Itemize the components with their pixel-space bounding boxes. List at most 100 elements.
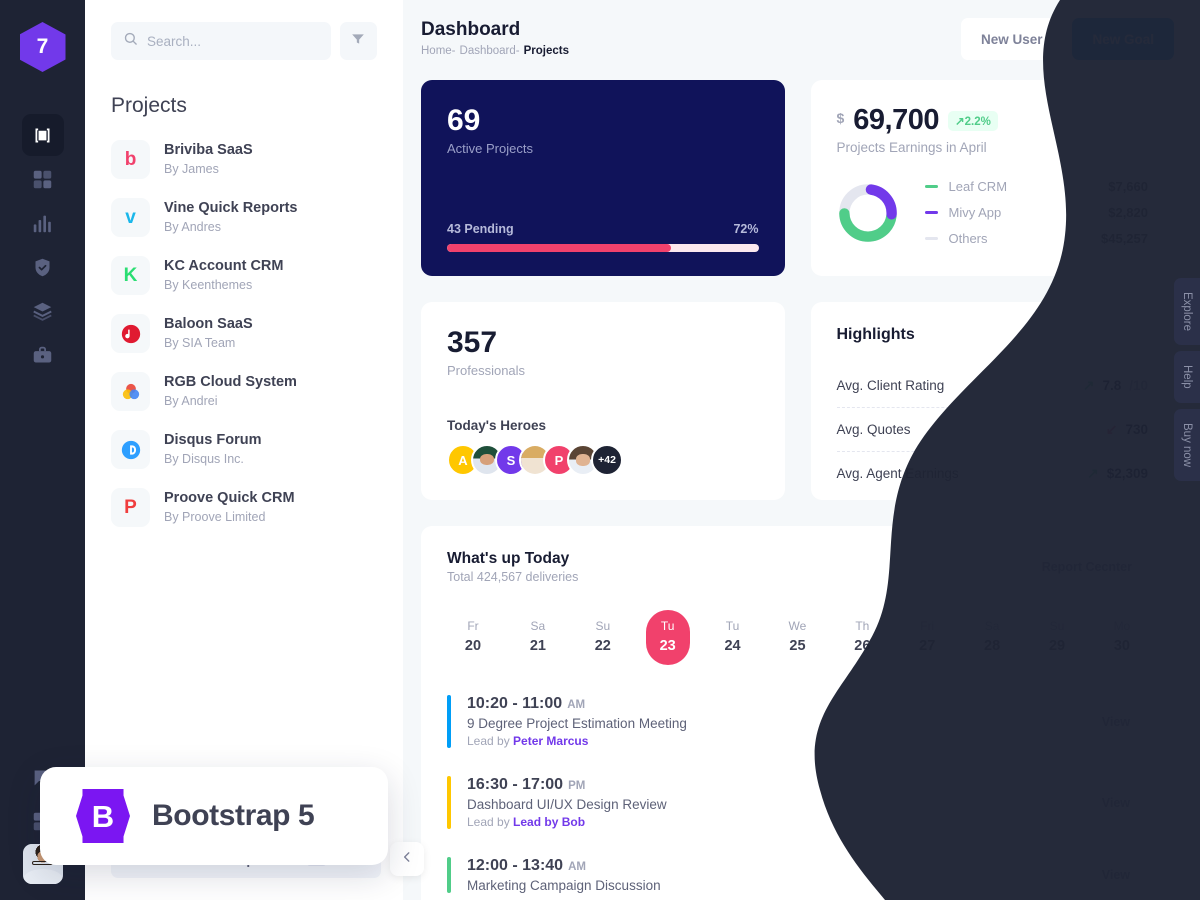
day-number: 29 <box>1048 638 1066 654</box>
earnings-subtitle: Projects Earnings in April <box>836 140 987 155</box>
event-lead-name[interactable]: Peter Marcus <box>513 734 588 748</box>
day-cell[interactable]: Fri 27 <box>905 610 949 665</box>
breadcrumb-home[interactable]: Home- <box>421 45 456 57</box>
day-of-week: Fr <box>467 619 479 633</box>
rail-item-dashboard[interactable] <box>22 158 64 200</box>
whats-up-header: What's up Today Total 424,567 deliveries… <box>447 550 1148 584</box>
highlight-value-group: ↗ 7.8/10 <box>1083 377 1148 394</box>
breadcrumb: Home- Dashboard- Projects <box>421 45 569 57</box>
report-center-button[interactable]: Report Cecnter <box>1025 550 1148 584</box>
day-cell[interactable]: Su 22 <box>581 610 625 665</box>
filter-button[interactable] <box>339 22 377 60</box>
layers-icon <box>32 301 53 322</box>
day-cell-selected[interactable]: Tu 23 <box>645 610 690 665</box>
day-number: 30 <box>1113 638 1130 654</box>
day-cell[interactable]: Fr 20 <box>451 610 495 665</box>
event-color-bar <box>447 776 451 829</box>
project-owner: By Andres <box>164 219 221 234</box>
bootstrap-logo-icon: B <box>76 789 130 843</box>
list-item[interactable]: P Proove Quick CRM By Proove Limited <box>111 488 377 527</box>
legend-dash-icon <box>924 237 938 240</box>
event-time: 12:00 - 13:40 <box>467 857 564 874</box>
project-logo-proove: P <box>111 488 150 527</box>
event-time: 16:30 - 17:00 <box>467 776 564 793</box>
view-button[interactable]: View <box>1083 704 1148 739</box>
bar-chart-icon <box>32 213 53 234</box>
project-name: KC Account CRM <box>164 258 284 275</box>
whats-up-title: What's up Today <box>447 550 570 567</box>
rail-item-analytics[interactable] <box>22 202 64 244</box>
app-logo[interactable]: 7 <box>19 22 66 72</box>
cube-icon <box>32 125 53 146</box>
day-cell[interactable]: Tu 24 <box>711 610 755 665</box>
chevron-left-icon <box>400 850 414 869</box>
highlight-value: 730 <box>1125 422 1148 437</box>
active-projects-count: 69 <box>447 104 481 137</box>
list-item[interactable]: RGB Cloud System By Andrei <box>111 372 377 411</box>
day-number: 25 <box>789 638 806 654</box>
collapse-button[interactable] <box>390 842 424 876</box>
event-info: 12:00 - 13:40 AM Marketing Campaign Discu… <box>467 857 661 893</box>
event-info: 10:20 - 11:00 AM 9 Degree Project Estimat… <box>467 695 687 748</box>
day-cell[interactable]: Su 29 <box>1035 610 1079 665</box>
pending-label: 43 Pending <box>447 222 514 236</box>
event-lead-prefix: Lead by <box>467 734 514 748</box>
project-logo-rgb <box>111 372 150 411</box>
project-name: Proove Quick CRM <box>164 490 295 507</box>
trend-up-icon: ↗ <box>1082 377 1095 393</box>
highlight-label: Avg. Quotes <box>836 422 911 437</box>
arrow-up-icon: ↗ <box>955 115 965 128</box>
shield-check-icon <box>32 257 53 278</box>
side-tab-help[interactable]: Help <box>1174 351 1200 403</box>
side-tab-buy-now[interactable]: Buy now <box>1174 408 1200 481</box>
earnings-body: Leaf CRM $7,660 Mivy App $2,820 Others $… <box>837 179 1148 246</box>
day-cell[interactable]: Sa 21 <box>516 610 560 665</box>
event-info: 16:30 - 17:00 PM Dashboard UI/UX Design R… <box>467 776 667 829</box>
trend-up-icon: ↗ <box>1086 465 1099 481</box>
rail-item-briefcase[interactable] <box>22 334 64 376</box>
professionals-count: 357 <box>447 326 498 359</box>
rail-item-projects[interactable] <box>21 114 64 156</box>
heroes-label: Today's Heroes <box>447 418 546 433</box>
side-tab-explore[interactable]: Explore <box>1174 278 1200 345</box>
page-heading: Dashboard Home- Dashboard- Projects <box>421 18 569 57</box>
event-time: 10:20 - 11:00 <box>467 695 563 712</box>
list-item[interactable]: b Briviba SaaS By James <box>111 140 377 179</box>
icon-rail: 7 <box>0 0 85 900</box>
list-item[interactable]: Baloon SaaS By SIA Team <box>111 314 377 353</box>
highlight-value: $2,309 <box>1106 466 1148 481</box>
day-cell[interactable]: We 25 <box>775 610 819 665</box>
briefcase-icon <box>32 345 53 366</box>
event-lead-name[interactable]: Lead by Bob <box>513 815 585 829</box>
list-item[interactable]: v Vine Quick Reports By Andres <box>111 198 377 237</box>
app-root: 7 Search... Projects b Briviba SaaS By J… <box>0 0 1200 900</box>
day-of-week: Mo <box>1113 619 1131 633</box>
breadcrumb-dashboard[interactable]: Dashboard- <box>460 45 520 57</box>
day-number: 23 <box>659 638 676 654</box>
day-cell[interactable]: Sa 28 <box>970 610 1014 665</box>
top-bar: Dashboard Home- Dashboard- Projects New … <box>421 18 1174 60</box>
day-cell[interactable]: Mo 30 <box>1100 610 1144 665</box>
hero-avatar-more[interactable]: +42 <box>591 444 623 476</box>
new-user-button[interactable]: New User <box>960 18 1063 60</box>
list-item[interactable]: K KC Account CRM By Keenthemes <box>111 256 377 295</box>
rail-item-layers[interactable] <box>22 290 64 332</box>
day-of-week: Tu <box>660 619 675 633</box>
list-item[interactable]: Disqus Forum By Disqus Inc. <box>111 430 377 469</box>
day-number: 20 <box>464 638 482 654</box>
event-title: 9 Degree Project Estimation Meeting <box>467 716 687 731</box>
day-cell[interactable]: Th 26 <box>840 610 884 665</box>
rail-item-security[interactable] <box>22 246 64 288</box>
project-name: Briviba SaaS <box>164 142 253 159</box>
search-input[interactable] <box>147 33 319 49</box>
view-button[interactable]: View <box>1083 785 1148 820</box>
event-time-row: 12:00 - 13:40 AM <box>467 857 661 875</box>
project-owner: By Andrei <box>164 393 218 408</box>
search-box[interactable] <box>111 22 331 60</box>
view-button[interactable]: View <box>1083 858 1148 892</box>
project-logo-kc: K <box>111 256 150 295</box>
app-logo-text: 7 <box>36 35 49 58</box>
new-goal-button[interactable]: New Goal <box>1072 18 1174 60</box>
event-row: 16:30 - 17:00 PM Dashboard UI/UX Design R… <box>447 762 1148 843</box>
event-ampm: PM <box>568 780 586 792</box>
